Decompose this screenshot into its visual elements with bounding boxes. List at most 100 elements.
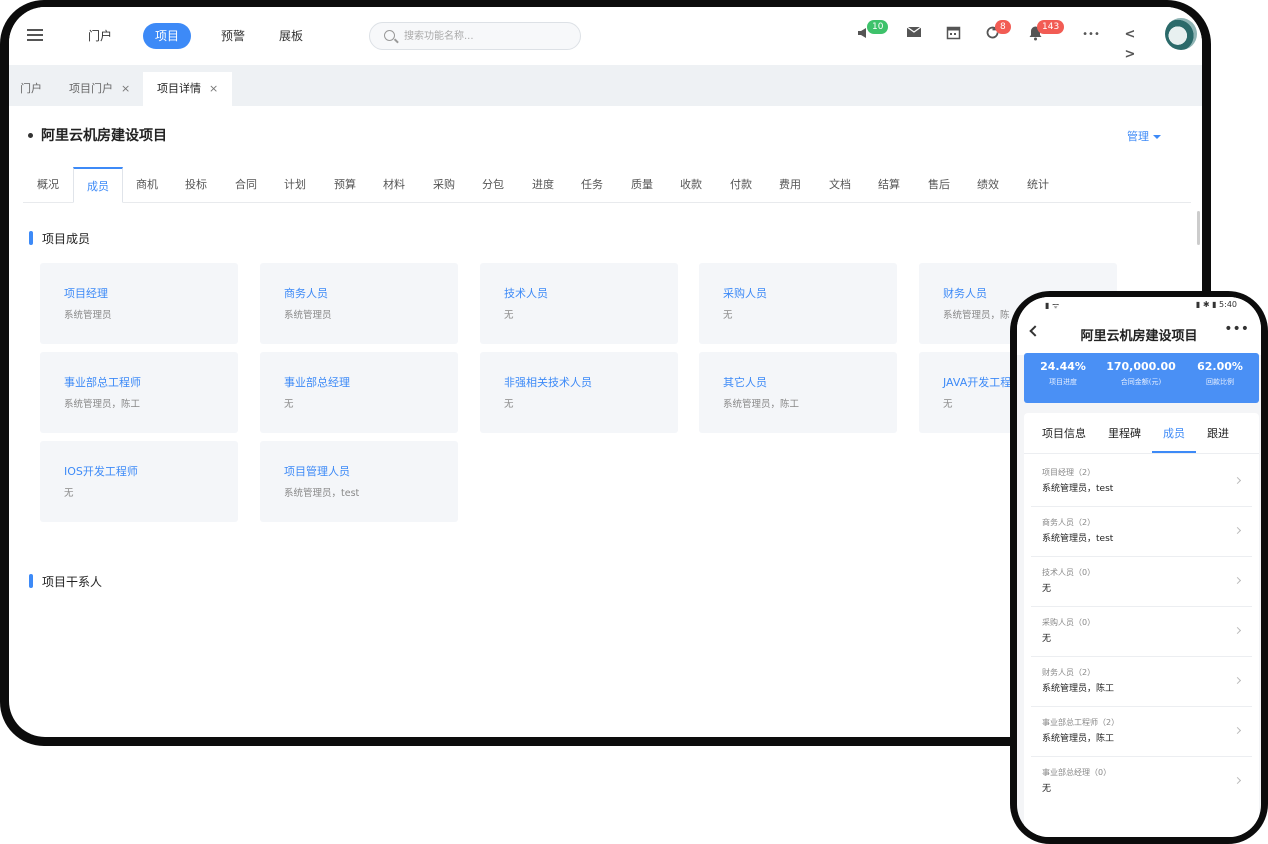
chevron-right-icon xyxy=(1233,676,1242,685)
announce-badge: 10 xyxy=(867,20,889,34)
member-names: 系统管理员 xyxy=(64,310,112,321)
list-item[interactable]: 项目经理（2） 系统管理员，test xyxy=(1031,457,1252,507)
list-item[interactable]: 事业部总经理（0） 无 xyxy=(1031,757,1252,807)
member-card[interactable]: 商务人员 系统管理员 xyxy=(260,263,458,344)
member-card[interactable]: 项目经理 系统管理员 xyxy=(40,263,238,344)
scrollbar[interactable] xyxy=(1197,211,1200,245)
subtab-overview[interactable]: 概况 xyxy=(27,167,69,203)
list-item[interactable]: 财务人员（2） 系统管理员，陈工 xyxy=(1031,657,1252,707)
nav-item-project[interactable]: 项目 xyxy=(143,23,191,49)
subtab-payment[interactable]: 付款 xyxy=(720,167,762,203)
nav-item-board[interactable]: 展板 xyxy=(272,23,310,49)
row-label: 采购人员（0） xyxy=(1042,618,1096,627)
member-card[interactable]: 其它人员 系统管理员，陈工 xyxy=(699,352,897,433)
subtab-progress[interactable]: 进度 xyxy=(522,167,564,203)
member-card[interactable]: 事业部总经理 无 xyxy=(260,352,458,433)
search-input[interactable] xyxy=(404,28,574,44)
member-card[interactable]: 项目管理人员 系统管理员，test xyxy=(260,441,458,522)
subtab-performance[interactable]: 绩效 xyxy=(967,167,1009,203)
row-value: 无 xyxy=(1042,584,1052,594)
subtab-expense[interactable]: 费用 xyxy=(769,167,811,203)
search-box[interactable] xyxy=(369,22,581,50)
avatar[interactable] xyxy=(1165,18,1197,50)
code-icon[interactable]: < > xyxy=(1117,25,1143,62)
member-role: 项目管理人员 xyxy=(284,465,350,478)
member-role: IOS开发工程师 xyxy=(64,465,138,478)
row-label: 商务人员（2） xyxy=(1042,518,1096,527)
hamburger-menu-icon[interactable] xyxy=(27,29,43,41)
subtab-statistics[interactable]: 统计 xyxy=(1017,167,1059,203)
tab-project-detail[interactable]: 项目详情 × xyxy=(143,72,233,106)
subtab-plan[interactable]: 计划 xyxy=(274,167,316,203)
title-bullet-icon xyxy=(28,133,33,138)
subtab-purchase[interactable]: 采购 xyxy=(423,167,465,203)
nav-item-portal[interactable]: 门户 xyxy=(81,23,119,49)
member-card[interactable]: 技术人员 无 xyxy=(480,263,678,344)
subtab-task[interactable]: 任务 xyxy=(571,167,613,203)
member-role: 事业部总工程师 xyxy=(64,376,141,389)
member-names: 系统管理员，陈工 xyxy=(64,399,141,410)
list-item[interactable]: 事业部总工程师（2） 系统管理员，陈工 xyxy=(1031,707,1252,757)
row-label: 项目经理（2） xyxy=(1042,468,1096,477)
status-right: ▮ ✱ ▮ 5:40 xyxy=(1195,300,1237,309)
close-icon[interactable]: × xyxy=(121,72,130,106)
tab-project-portal[interactable]: 项目门户 × xyxy=(69,72,130,106)
tab-label: 门户 xyxy=(20,82,42,95)
subtab-document[interactable]: 文档 xyxy=(819,167,861,203)
subtab-members[interactable]: 成员 xyxy=(73,167,123,203)
more-icon[interactable]: ••• xyxy=(1224,321,1249,337)
phone-tab-members[interactable]: 成员 xyxy=(1163,425,1185,441)
calendar-icon[interactable] xyxy=(943,25,963,45)
subtab-quality[interactable]: 质量 xyxy=(621,167,663,203)
row-value: 系统管理员，陈工 xyxy=(1042,734,1115,744)
subtab-opportunity[interactable]: 商机 xyxy=(126,167,168,203)
nav-item-warning[interactable]: 预警 xyxy=(214,23,252,49)
notify-badge: 143 xyxy=(1037,20,1065,34)
row-value: 系统管理员，陈工 xyxy=(1042,684,1115,694)
tab-label: 项目详情 xyxy=(157,82,201,95)
row-label: 事业部总经理（0） xyxy=(1042,768,1112,777)
phone-tab-milestone[interactable]: 里程碑 xyxy=(1108,425,1141,441)
list-item[interactable]: 采购人员（0） 无 xyxy=(1031,607,1252,657)
stat-collection: 62.00% 回款比例 xyxy=(1197,360,1243,386)
member-card[interactable]: 事业部总工程师 系统管理员，陈工 xyxy=(40,352,238,433)
member-card[interactable]: IOS开发工程师 无 xyxy=(40,441,238,522)
phone-statusbar: ▮ ᯤ ▮ ✱ ▮ 5:40 xyxy=(1017,297,1261,313)
close-icon[interactable]: × xyxy=(209,72,218,106)
top-navbar: 门户 项目 预警 展板 10 xyxy=(9,7,1202,65)
member-role: 技术人员 xyxy=(504,287,548,300)
subtab-settlement[interactable]: 结算 xyxy=(868,167,910,203)
member-names: 无 xyxy=(723,310,733,321)
member-names: 无 xyxy=(64,488,74,499)
subtab-aftersales[interactable]: 售后 xyxy=(918,167,960,203)
member-card[interactable]: 非强相关技术人员 无 xyxy=(480,352,678,433)
subtab-subcontract[interactable]: 分包 xyxy=(472,167,514,203)
subtab-contract[interactable]: 合同 xyxy=(225,167,267,203)
page-title: 阿里云机房建设项目 xyxy=(41,128,167,144)
manage-dropdown[interactable]: 管理 xyxy=(1127,128,1161,144)
member-names: 无 xyxy=(504,310,514,321)
project-stats: 24.44% 项目进度 170,000.00 合同金额(元) 62.00% 回款… xyxy=(1024,353,1259,403)
subtab-receipt[interactable]: 收款 xyxy=(670,167,712,203)
member-role: 财务人员 xyxy=(943,287,987,300)
subtab-bidding[interactable]: 投标 xyxy=(175,167,217,203)
phone-tab-info[interactable]: 项目信息 xyxy=(1042,425,1086,441)
page-tabbar: 门户 项目门户 × 项目详情 × xyxy=(9,65,1202,106)
stat-contract: 170,000.00 合同金额(元) xyxy=(1106,360,1176,386)
member-role: 事业部总经理 xyxy=(284,376,350,389)
list-item[interactable]: 商务人员（2） 系统管理员，test xyxy=(1031,507,1252,557)
subtab-budget[interactable]: 预算 xyxy=(324,167,366,203)
mail-icon[interactable] xyxy=(904,25,924,45)
phone-frame: ▮ ᯤ ▮ ✱ ▮ 5:40 阿里云机房建设项目 ••• 24.44% 项目进度… xyxy=(1010,291,1268,844)
phone-tab-followup[interactable]: 跟进 xyxy=(1207,425,1229,441)
row-value: 无 xyxy=(1042,634,1052,644)
member-names: 无 xyxy=(504,399,514,410)
subtab-material[interactable]: 材料 xyxy=(373,167,415,203)
tab-portal[interactable]: 门户 xyxy=(20,72,42,106)
more-icon[interactable]: ••• xyxy=(1079,25,1103,45)
chevron-right-icon xyxy=(1233,476,1242,485)
row-value: 系统管理员，test xyxy=(1042,534,1114,544)
list-item[interactable]: 技术人员（0） 无 xyxy=(1031,557,1252,607)
member-names: 系统管理员，陈工 xyxy=(723,399,800,410)
member-card[interactable]: 采购人员 无 xyxy=(699,263,897,344)
